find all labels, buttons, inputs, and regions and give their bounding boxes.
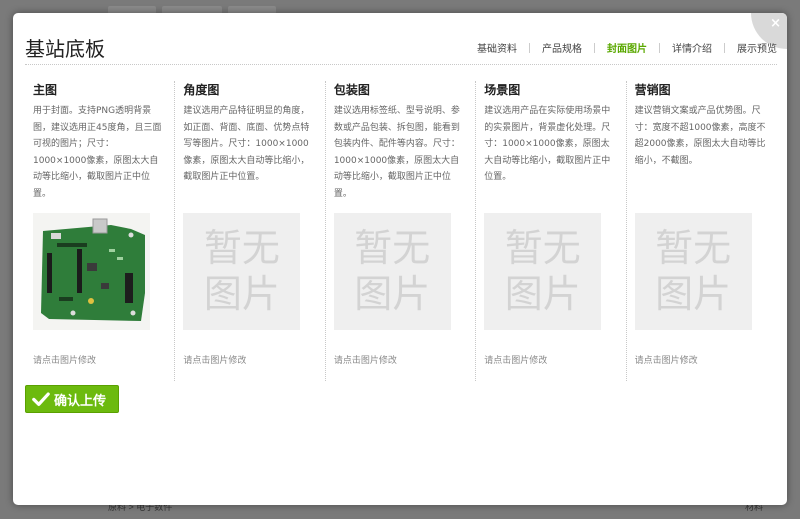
step-tab[interactable]: 产品规格 (530, 40, 594, 55)
image-column: 场景图建议选用产品在实际使用场景中的实景图片，背景虚化处理。尺寸：1000×10… (476, 81, 627, 381)
column-title: 场景图 (484, 83, 521, 97)
step-tab[interactable]: 封面图片 (595, 40, 659, 55)
product-image[interactable] (33, 213, 150, 330)
column-title: 主图 (33, 83, 58, 97)
placeholder-line: 图片 (655, 272, 732, 316)
modal-title: 基站底板 (25, 37, 105, 61)
placeholder-line: 图片 (203, 272, 280, 316)
image-column: 营销图建议营销文案或产品优势图。尺寸：宽度不超1000像素，高度不超2000像素… (627, 81, 777, 381)
placeholder-line: 暂无 (655, 226, 732, 270)
step-tab[interactable]: 详情介绍 (660, 40, 724, 55)
placeholder-line: 暂无 (354, 226, 431, 270)
close-icon[interactable]: × (770, 16, 781, 31)
placeholder-line: 图片 (354, 272, 431, 316)
column-title: 角度图 (183, 83, 220, 97)
step-tab[interactable]: 展示预览 (725, 40, 777, 55)
click-to-edit-hint[interactable]: 请点击图片修改 (484, 353, 547, 366)
image-placeholder[interactable]: 暂无 图片 (484, 213, 602, 330)
click-to-edit-hint[interactable]: 请点击图片修改 (635, 353, 698, 366)
column-description: 建议营销文案或产品优势图。尺寸：宽度不超1000像素，高度不超2000像素，原图… (634, 106, 766, 166)
image-upload-modal: × 基站底板 基础资料 产品规格 封面图片 详情介绍 展示预览 主图用于封面。支持PNG… (13, 13, 787, 505)
column-description: 用于封面。支持PNG透明背景图，建议选用正45度角，且三面可视的图片；尺寸：10… (33, 106, 162, 199)
step-nav: 基础资料 产品规格 封面图片 详情介绍 展示预览 (465, 40, 777, 55)
click-to-edit-hint[interactable]: 请点击图片修改 (33, 353, 96, 366)
column-title: 营销图 (634, 83, 671, 97)
placeholder-line: 图片 (504, 272, 581, 316)
pcb-board-image[interactable] (33, 213, 150, 330)
step-tab[interactable]: 基础资料 (465, 40, 529, 55)
click-to-edit-hint[interactable]: 请点击图片修改 (334, 353, 397, 366)
image-placeholder[interactable]: 暂无 图片 (333, 213, 451, 330)
modal-header: 基站底板 基础资料 产品规格 封面图片 详情介绍 展示预览 (25, 31, 777, 65)
placeholder-line: 暂无 (203, 226, 280, 270)
image-columns: 主图用于封面。支持PNG透明背景图，建议选用正45度角，且三面可视的图片；尺寸：… (25, 81, 777, 381)
image-column: 角度图建议选用产品特征明显的角度，如正面、背面、底面、优势点特写等图片。尺寸：1… (175, 81, 326, 381)
image-placeholder[interactable]: 暂无 图片 (183, 213, 301, 330)
image-column: 包装图建议选用标签纸、型号说明、参数或产品包装、拆包图，能看到包装内件、配件等内… (326, 81, 477, 381)
image-column: 主图用于封面。支持PNG透明背景图，建议选用正45度角，且三面可视的图片；尺寸：… (25, 81, 176, 381)
image-placeholder[interactable]: 暂无 图片 (634, 213, 752, 330)
column-description: 建议选用产品在实际使用场景中的实景图片，背景虚化处理。尺寸：1000×1000像… (484, 106, 611, 182)
column-description: 建议选用产品特征明显的角度，如正面、背面、底面、优势点特写等图片。尺寸：1000… (183, 106, 310, 182)
click-to-edit-hint[interactable]: 请点击图片修改 (183, 353, 246, 366)
check-icon (32, 392, 50, 407)
confirm-upload-label: 确认上传 (54, 393, 107, 409)
placeholder-line: 暂无 (504, 226, 581, 270)
confirm-upload-button[interactable]: 确认上传 (25, 385, 119, 413)
column-description: 建议选用标签纸、型号说明、参数或产品包装、拆包图，能看到包装内件、配件等内容。尺… (333, 106, 460, 199)
column-title: 包装图 (333, 83, 370, 97)
